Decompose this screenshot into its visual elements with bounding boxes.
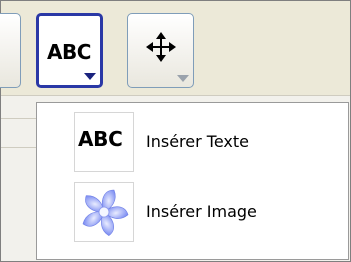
insert-dropdown-menu: ABC Insérer Texte Insérer Image	[36, 102, 349, 260]
menu-item-insert-text[interactable]: ABC Insérer Texte	[37, 112, 348, 174]
insert-text-toolbar-button[interactable]: ABC	[36, 13, 103, 88]
divider	[1, 95, 350, 96]
menu-item-label: Insérer Texte	[146, 132, 249, 151]
dropdown-caret-icon[interactable]	[177, 75, 189, 82]
flower-image-icon	[74, 182, 134, 242]
menu-item-label: Insérer Image	[146, 202, 257, 221]
divider	[1, 147, 37, 148]
menu-item-insert-image[interactable]: Insérer Image	[37, 182, 348, 244]
abc-text-icon: ABC	[74, 112, 134, 172]
dropdown-caret-icon[interactable]	[84, 73, 96, 80]
four-arrow-move-icon	[146, 32, 176, 62]
abc-text-icon: ABC	[47, 40, 91, 64]
toolbar: ABC	[0, 1, 350, 95]
flower-image-icon	[82, 189, 129, 237]
move-toolbar-button[interactable]	[127, 13, 194, 88]
editor-window: ABC ABC Insérer Texte Insérer Image	[0, 0, 351, 262]
divider	[1, 118, 37, 119]
toolbar-button-partial[interactable]	[0, 13, 21, 88]
